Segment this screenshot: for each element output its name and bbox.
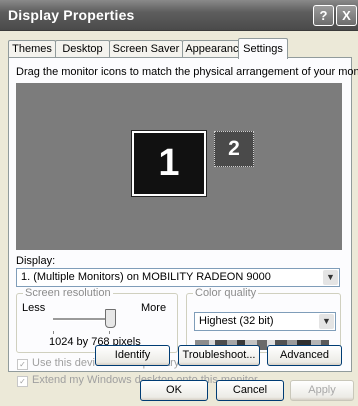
advanced-button[interactable]: Advanced [267, 345, 342, 366]
ok-button[interactable]: OK [140, 380, 208, 401]
instruction-text: Drag the monitor icons to match the phys… [16, 66, 358, 78]
title-bar[interactable]: Display Properties ? X [0, 0, 358, 31]
slider-tick [53, 331, 54, 334]
chevron-down-icon[interactable]: ▼ [323, 270, 338, 285]
identify-button[interactable]: Identify [95, 345, 170, 366]
monitor-arrangement-area: 1 2 [16, 83, 342, 250]
color-quality-group: Color quality Highest (32 bit) ▼ [186, 287, 341, 353]
screen-resolution-label: Screen resolution [23, 287, 113, 299]
close-button[interactable]: X [336, 5, 357, 26]
troubleshoot-button[interactable]: Troubleshoot... [178, 345, 260, 366]
display-properties-window: Display Properties ? X Themes Desktop Sc… [0, 0, 358, 406]
slider-tick [109, 331, 110, 334]
display-select[interactable]: 1. (Multiple Monitors) on MOBILITY RADEO… [16, 268, 340, 287]
screen-resolution-group: Screen resolution Less More 1024 by 768 … [16, 287, 178, 353]
resolution-more-label: More [141, 302, 167, 314]
tab-themes[interactable]: Themes [8, 40, 56, 58]
cancel-button[interactable]: Cancel [216, 380, 284, 401]
window-title: Display Properties [8, 7, 135, 23]
monitor-2-icon[interactable]: 2 [214, 131, 254, 167]
resolution-less-label: Less [22, 302, 46, 314]
display-select-value: 1. (Multiple Monitors) on MOBILITY RADEO… [21, 271, 271, 283]
color-quality-value: Highest (32 bit) [199, 315, 274, 327]
settings-panel: Drag the monitor icons to match the phys… [8, 57, 358, 387]
checkmark-icon: ✓ [17, 359, 28, 370]
display-label: Display: [16, 255, 56, 267]
color-quality-label: Color quality [193, 287, 259, 299]
tab-screen-saver[interactable]: Screen Saver [109, 40, 183, 58]
tab-desktop[interactable]: Desktop [55, 40, 110, 58]
resolution-slider-track[interactable] [53, 318, 111, 321]
checkmark-icon: ✓ [17, 376, 28, 387]
resolution-slider-thumb[interactable] [105, 309, 116, 328]
tab-settings[interactable]: Settings [238, 38, 288, 59]
chevron-down-icon[interactable]: ▼ [319, 314, 334, 329]
help-button[interactable]: ? [313, 5, 334, 26]
apply-button[interactable]: Apply [290, 380, 354, 401]
monitor-1-icon[interactable]: 1 [131, 130, 207, 197]
color-quality-select[interactable]: Highest (32 bit) ▼ [194, 312, 336, 331]
